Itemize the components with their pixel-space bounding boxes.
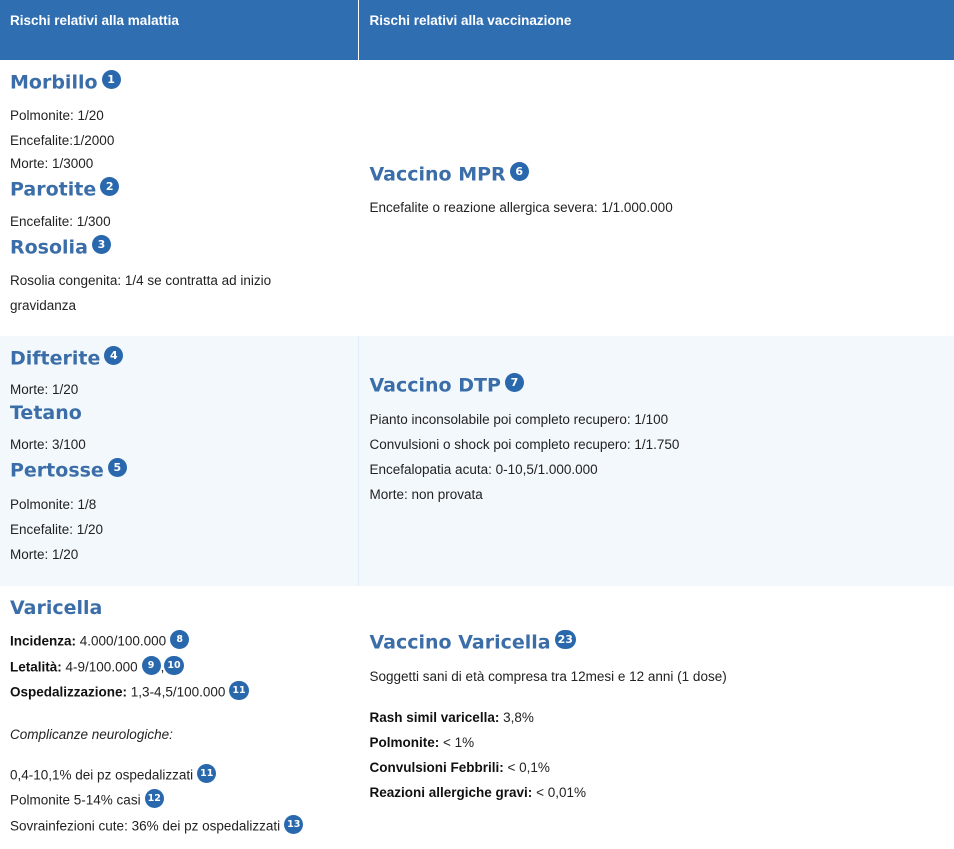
table-header-row: Rischi relativi alla malattia Rischi rel… (0, 0, 954, 60)
vaccine-risk-item: Encefalite o reazione allergica severa: … (369, 200, 673, 216)
neuro-complications-heading: Complicanze neurologiche: (10, 726, 173, 742)
hospitalization-line: Ospedalizzazione: 1,3-4,5/100.000 11 (10, 679, 346, 705)
vaccine-risk-item: Pianto inconsolabile poi completo recupe… (369, 411, 669, 427)
disease-title-difterite: Difterite 4 (10, 344, 346, 370)
vaccine-risk-item: Encefalopatia acuta: 0-10,5/1.000.000 (369, 461, 598, 477)
reference-badge[interactable]: 3 (91, 234, 111, 254)
risk-item: Encefalite: 1/20 (10, 521, 104, 537)
risk-item: Encefalite: 1/300 (10, 213, 111, 229)
table-row-varicella: Varicella Incidenza: 4.000/100.000 8 Leta… (0, 586, 954, 849)
incidence-line: Incidenza: 4.000/100.000 8 (10, 628, 346, 654)
reference-badge[interactable]: 7 (504, 373, 524, 393)
disease-title-rosolia: Rosolia 3 (10, 233, 346, 259)
complication-item: 0,4-10,1% dei pz ospedalizzati 11 (10, 762, 346, 788)
disease-cell-dtp: Difterite 4 Morte: 1/20 Tetano Morte: 3/1… (0, 336, 358, 586)
complication-item: Polmonite 5-14% casi 12 (10, 787, 346, 813)
vaccine-side-effect: Polmonite: < 1% (369, 735, 475, 751)
risk-item: Morte: 1/3000 (10, 156, 94, 172)
vaccine-title-mpr: Vaccino MPR 6 (370, 160, 954, 186)
reference-badge[interactable]: 13 (284, 814, 304, 834)
table-row-mpr: Morbillo 1 Polmonite: 1/20 Encefalite:1/2… (0, 60, 954, 336)
risk-item: Morte: 3/100 (10, 437, 86, 453)
vaccine-side-effect: Rash simil varicella: 3,8% (369, 710, 534, 726)
risk-comparison-table: Rischi relativi alla malattia Rischi rel… (0, 0, 954, 849)
risk-item: Morte: 1/20 (10, 546, 79, 562)
risk-item: Polmonite: 1/20 (10, 108, 104, 124)
vaccine-cell-varicella: Vaccino Varicella 23 Soggetti sani di età… (357, 586, 954, 849)
risk-item: gravidanza (10, 297, 77, 313)
reference-badge[interactable]: 6 (509, 161, 529, 181)
reference-badge[interactable]: 23 (554, 630, 576, 649)
vaccine-title-varicella: Vaccino Varicella 23 (370, 628, 954, 654)
disease-title-tetano: Tetano (10, 402, 82, 425)
lethality-line: Letalità: 4-9/100.000 9, 10 (10, 654, 346, 680)
vaccine-risk-item: Morte: non provata (369, 486, 483, 502)
vaccine-risk-item: Convulsioni o shock poi completo recuper… (369, 436, 680, 452)
complication-item: Sovrainfezioni cute: 36% dei pz ospedali… (10, 813, 346, 839)
disease-cell-mpr: Morbillo 1 Polmonite: 1/20 Encefalite:1/2… (0, 60, 358, 336)
vaccine-target-group: Soggetti sani di età compresa tra 12mesi… (369, 669, 727, 685)
reference-badge[interactable]: 11 (197, 763, 217, 783)
header-vaccine-risks: Rischi relativi alla vaccinazione (357, 0, 954, 60)
risk-item: Polmonite: 1/8 (10, 496, 97, 512)
reference-badge[interactable]: 12 (144, 789, 164, 808)
reference-badge[interactable]: 9 (141, 655, 161, 675)
disease-title-parotite: Parotite 2 (10, 175, 346, 201)
disease-title-pertosse: Pertosse 5 (10, 456, 346, 482)
risk-item: Morte: 1/20 (10, 382, 79, 398)
reference-badge[interactable]: 5 (107, 458, 127, 478)
table-row-dtp: Difterite 4 Morte: 1/20 Tetano Morte: 3/1… (0, 336, 954, 586)
risk-item: Rosolia congenita: 1/4 se contratta ad i… (10, 272, 272, 288)
vaccine-cell-mpr: Vaccino MPR 6 Encefalite o reazione aller… (357, 60, 954, 336)
reference-badge[interactable]: 2 (100, 177, 120, 197)
reference-badge[interactable]: 10 (164, 655, 184, 675)
reference-badge[interactable]: 4 (104, 346, 124, 365)
header-disease-risks: Rischi relativi alla malattia (0, 0, 358, 60)
disease-title-morbillo: Morbillo 1 (10, 68, 346, 94)
vaccine-side-effect: Reazioni allergiche gravi: < 0,01% (369, 785, 586, 801)
vaccine-title-dtp: Vaccino DTP 7 (370, 371, 954, 397)
reference-badge[interactable]: 11 (229, 681, 249, 700)
disease-cell-varicella: Varicella Incidenza: 4.000/100.000 8 Leta… (0, 586, 358, 849)
reference-badge[interactable]: 1 (101, 70, 121, 89)
risk-item: Encefalite:1/2000 (10, 133, 115, 149)
reference-badge[interactable]: 8 (170, 630, 190, 649)
vaccine-cell-dtp: Vaccino DTP 7 Pianto inconsolabile poi co… (357, 336, 954, 586)
disease-title-varicella: Varicella (10, 597, 103, 619)
vaccine-side-effect: Convulsioni Febbrili: < 0,1% (369, 760, 550, 776)
